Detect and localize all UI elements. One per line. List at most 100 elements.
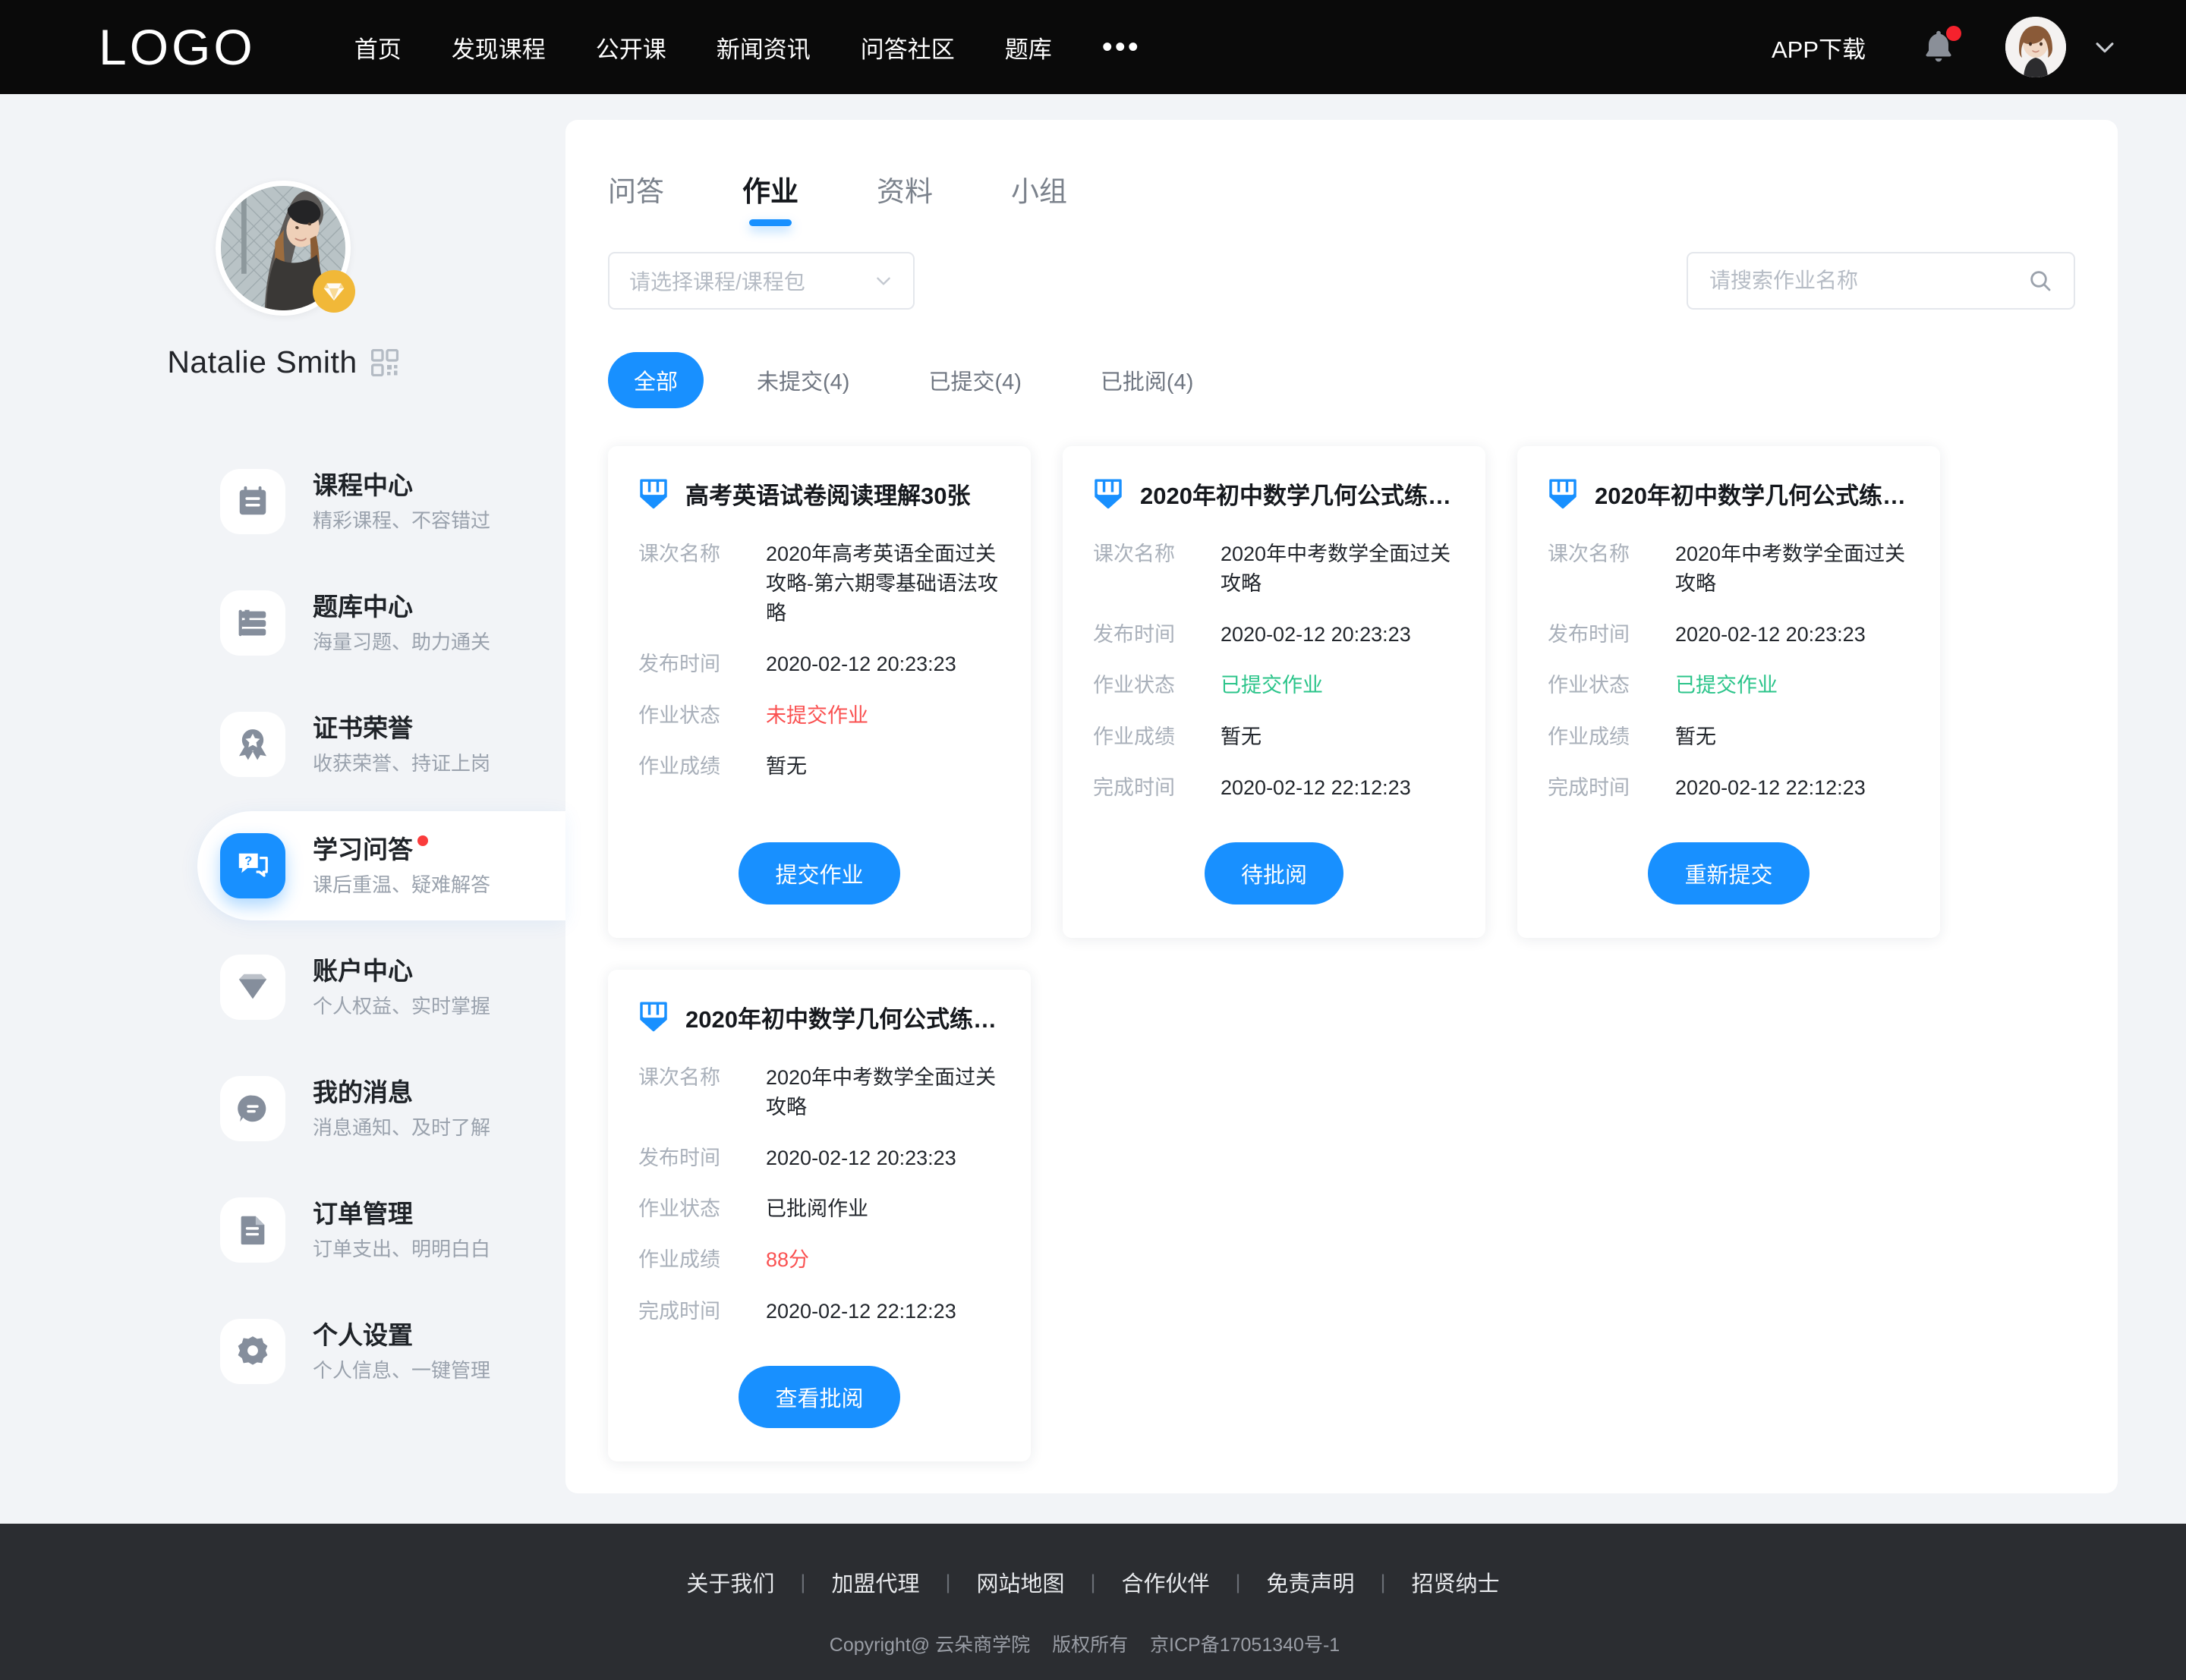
search-box[interactable] [1687,252,2075,310]
row-label: 发布时间 [638,653,720,676]
sidebar-item-question-bank-center[interactable]: 题库中心 海量习题、助力通关 [0,562,565,684]
card-row-publish-time: 发布时间 2020-02-12 20:23:23 [638,650,1000,679]
sidebar-item-title: 账户中心 [313,957,413,986]
card-row-score: 作业成绩 88分 [638,1245,1000,1275]
footer-link-careers[interactable]: 招贤纳士 [1386,1566,1526,1598]
sidebar-item-study-qa[interactable]: ? 学习问答 课后重温、疑难解答 [0,805,565,927]
card-header: 2020年初中数学几何公式练习作... [1548,477,1910,511]
nav-item-home[interactable]: 首页 [354,30,402,64]
sidebar-item-course-center[interactable]: 课程中心 精彩课程、不容错过 [0,441,565,562]
app-download-link[interactable]: APP下载 [1772,30,1866,64]
sidebar-item-subtitle: 课后重温、疑难解答 [313,873,491,897]
search-input[interactable] [1709,269,2028,293]
row-label: 完成时间 [638,1299,720,1323]
row-label: 作业成绩 [638,1248,720,1272]
homework-card[interactable]: 高考英语试卷阅读理解30张 课次名称 2020年高考英语全面过关攻略-第六期零基… [608,446,1031,938]
nav-item-question-bank[interactable]: 题库 [1005,30,1052,64]
homework-card[interactable]: 2020年初中数学几何公式练习作... 课次名称 2020年中考数学全面过关攻略… [1063,446,1485,938]
question-chat-icon: ? [235,848,270,883]
diamond-icon [235,970,270,1005]
sidebar-item-title: 课程中心 [313,471,413,500]
row-value: 2020-02-12 20:23:23 [766,653,956,676]
sidebar-item-subtitle: 消息通知、及时了解 [313,1116,491,1140]
footer-link-about-us[interactable]: 关于我们 [660,1566,800,1598]
status-filter-pills: 全部 未提交(4) 已提交(4) 已批阅(4) [608,352,2075,408]
sidebar-item-subtitle: 个人权益、实时掌握 [313,995,491,1018]
homework-card[interactable]: 2020年初中数学几何公式练习作... 课次名称 2020年中考数学全面过关攻略… [1517,446,1940,938]
score-value: 88分 [766,1248,810,1272]
sidebar-profile: Natalie Smith [0,181,565,380]
medal-icon [235,727,270,762]
sidebar-item-personal-settings[interactable]: 个人设置 个人信息、一键管理 [0,1291,565,1412]
row-value: 2020年高考英语全面过关攻略-第六期零基础语法攻略 [766,543,998,625]
icp-text[interactable]: 京ICP备17051340号-1 [1150,1634,1340,1656]
nav-item-qa-community[interactable]: 问答社区 [861,30,955,64]
footer-link-partners[interactable]: 合作伙伴 [1096,1566,1236,1598]
nav-item-open-class[interactable]: 公开课 [596,30,666,64]
card-row-status: 作业状态 未提交作业 [638,701,1000,731]
qr-code-icon[interactable] [370,348,398,376]
view-review-button[interactable]: 查看批阅 [739,1365,900,1428]
sidebar-item-my-messages[interactable]: 我的消息 消息通知、及时了解 [0,1048,565,1169]
search-icon[interactable] [2028,269,2052,293]
card-title: 2020年初中数学几何公式练习作... [1140,483,1455,509]
course-select[interactable]: 请选择课程/课程包 [608,252,915,310]
sidebar-item-title: 个人设置 [313,1321,413,1350]
footer-link-sitemap[interactable]: 网站地图 [950,1566,1090,1598]
nav-item-discover-courses[interactable]: 发现课程 [452,30,546,64]
footer-links: 关于我们 | 加盟代理 | 网站地图 | 合作伙伴 | 免责声明 | 招贤纳士 [0,1566,2186,1598]
sidebar-item-account-center[interactable]: 账户中心 个人权益、实时掌握 [0,927,565,1048]
card-row-status: 作业状态 已批阅作业 [638,1194,1000,1224]
row-value: 暂无 [1675,725,1716,748]
tab-groups[interactable]: 小组 [1011,168,1067,226]
row-label: 作业状态 [1548,674,1630,697]
sidebar-item-subtitle: 精彩课程、不容错过 [313,509,491,533]
row-value: 2020-02-12 20:23:23 [1221,623,1411,647]
card-spacer [1548,824,1910,842]
pending-review-button[interactable]: 待批阅 [1204,842,1343,904]
card-title: 高考英语试卷阅读理解30张 [685,483,971,509]
row-label: 作业成绩 [1548,725,1630,748]
book-icon [235,606,270,640]
account-menu-chevron-down-icon[interactable] [2092,34,2118,60]
book-icon-wrap [220,590,285,656]
profile-picture-wrap[interactable] [215,181,355,316]
pencil-shield-icon [1548,477,1578,511]
sidebar-item-unread-dot [417,835,428,847]
avatar[interactable] [2005,17,2066,77]
row-value: 2020-02-12 22:12:23 [766,1299,956,1323]
tab-materials[interactable]: 资料 [877,168,933,226]
notifications-button[interactable] [1919,26,1961,67]
pencil-shield-icon [638,477,669,511]
site-logo[interactable]: LOGO [99,22,256,72]
chat-bubble-icon-wrap [220,1076,285,1141]
resubmit-button[interactable]: 重新提交 [1648,842,1810,904]
filter-pill-all[interactable]: 全部 [608,352,704,408]
sidebar-item-certificates[interactable]: 证书荣誉 收获荣誉、持证上岗 [0,684,565,805]
tab-qa[interactable]: 问答 [608,168,664,226]
sidebar-item-text: 课程中心 精彩课程、不容错过 [313,470,490,533]
filter-pill-not-submitted[interactable]: 未提交(4) [731,352,875,408]
sidebar-item-title: 题库中心 [313,593,413,621]
homework-card[interactable]: 2020年初中数学几何公式练习作... 课次名称 2020年中考数学全面过关攻略… [608,969,1031,1461]
filter-pill-submitted[interactable]: 已提交(4) [902,352,1047,408]
footer-link-disclaimer[interactable]: 免责声明 [1241,1566,1381,1598]
card-row-publish-time: 发布时间 2020-02-12 20:23:23 [1093,620,1455,650]
sidebar-item-title: 学习问答 [313,834,428,865]
nav-item-news[interactable]: 新闻资讯 [717,30,811,64]
sidebar-item-order-management[interactable]: 订单管理 订单支出、明明白白 [0,1169,565,1291]
card-row-course-name: 课次名称 2020年中考数学全面过关攻略 [638,1063,1000,1122]
footer-separator: | [945,1570,951,1593]
submit-homework-button[interactable]: 提交作业 [739,842,900,904]
row-label: 发布时间 [1093,623,1175,647]
row-label: 作业状态 [638,1197,720,1221]
sidebar-item-title: 证书荣誉 [313,714,413,743]
row-label: 完成时间 [1548,776,1630,799]
sidebar-item-subtitle: 订单支出、明明白白 [313,1238,491,1261]
status-badge: 未提交作业 [766,703,868,727]
footer-link-franchise[interactable]: 加盟代理 [805,1566,945,1598]
card-spacer [638,1348,1000,1366]
tab-homework[interactable]: 作业 [742,168,798,226]
filter-pill-reviewed[interactable]: 已批阅(4) [1075,352,1219,408]
nav-more-icon[interactable]: ••• [1102,32,1141,62]
